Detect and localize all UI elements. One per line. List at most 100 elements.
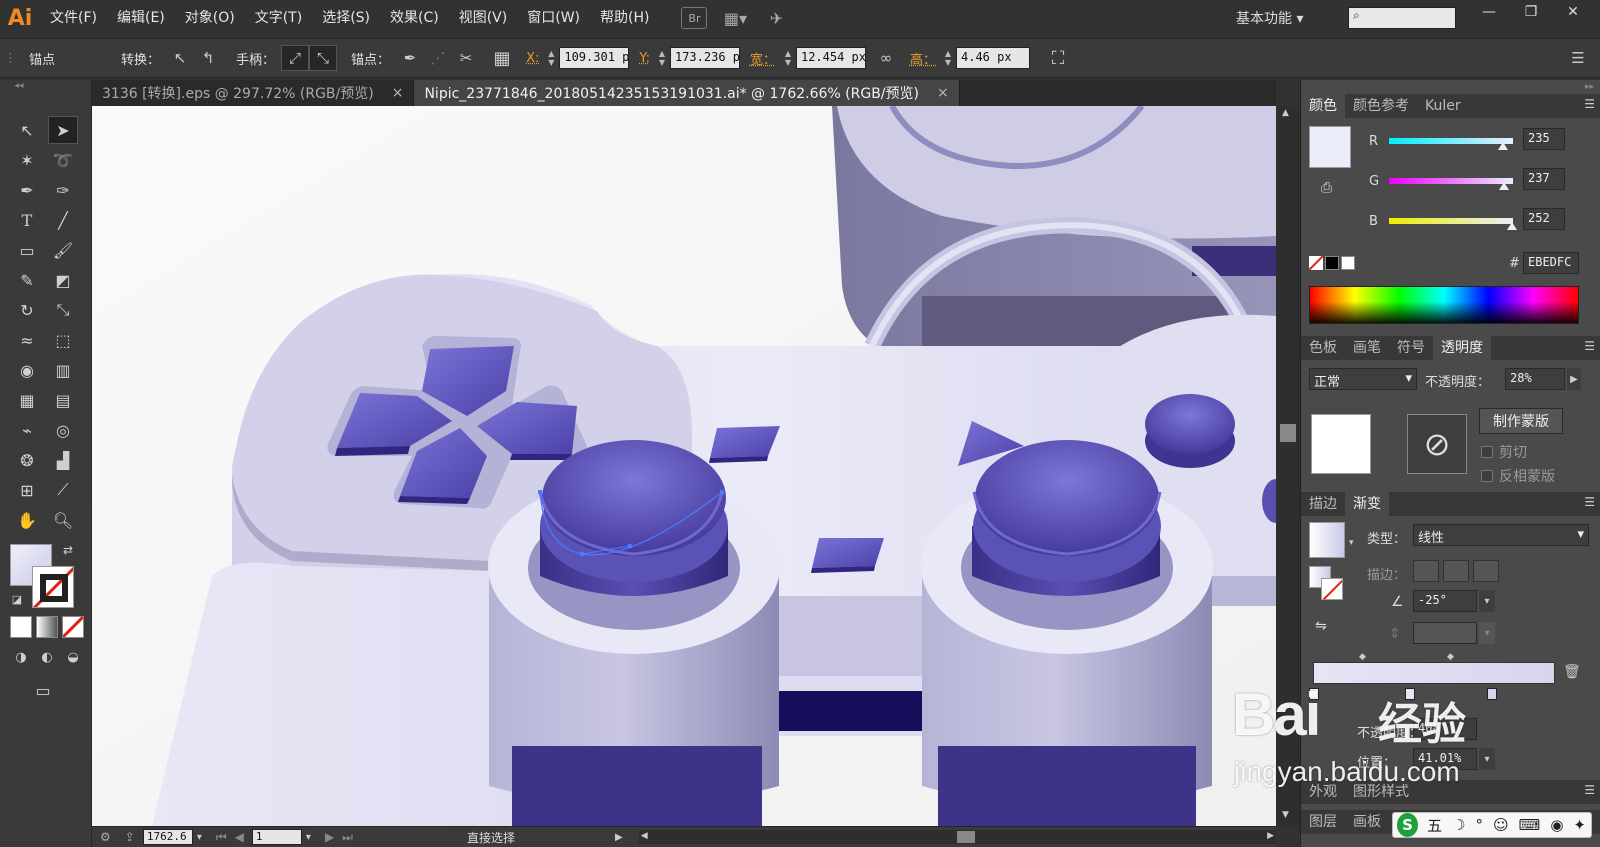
- last-artboard-icon[interactable]: ⏭: [342, 830, 353, 845]
- close-button[interactable]: ✕: [1554, 0, 1592, 24]
- panel-collapse-icon[interactable]: ◂◂: [4, 80, 34, 92]
- convert-smooth-icon[interactable]: ↰: [194, 45, 222, 71]
- midpoint-diamond[interactable]: ◆: [1447, 652, 1454, 662]
- punctuation-icon[interactable]: °: [1476, 816, 1484, 834]
- rectangle-tool-icon[interactable]: ▭: [12, 236, 42, 264]
- ime-mode[interactable]: 五: [1427, 815, 1442, 836]
- eyedropper-tool-icon[interactable]: ⌁: [12, 416, 42, 444]
- location-field[interactable]: 41.01%: [1413, 748, 1477, 770]
- tools-icon[interactable]: ✦: [1573, 816, 1586, 834]
- b-slider-thumb[interactable]: [1506, 222, 1517, 230]
- document-tab[interactable]: 3136 [转换].eps @ 297.72% (RGB/预览) ×: [92, 80, 415, 106]
- connect-anchor-icon[interactable]: ⋰: [424, 45, 452, 71]
- horizontal-scrollbar[interactable]: ◀ ▶: [638, 830, 1276, 844]
- eraser-tool-icon[interactable]: ◩: [48, 266, 78, 294]
- free-transform-tool-icon[interactable]: ⬚: [48, 326, 78, 354]
- stroke-across-icon[interactable]: [1473, 560, 1499, 582]
- hex-field[interactable]: EBEDFC: [1523, 252, 1579, 274]
- clip-checkbox[interactable]: 剪切: [1481, 442, 1527, 462]
- first-artboard-icon[interactable]: ⏮: [216, 830, 227, 845]
- scroll-up-icon[interactable]: ▲: [1282, 108, 1289, 118]
- opacity-field[interactable]: 28%: [1505, 368, 1565, 390]
- black-color-swatch[interactable]: [1325, 256, 1339, 270]
- tab-stroke[interactable]: 描边: [1301, 492, 1345, 516]
- rotate-tool-icon[interactable]: ↻: [12, 296, 42, 324]
- tab-swatches[interactable]: 色板: [1301, 336, 1345, 360]
- swap-fill-stroke-icon[interactable]: ⇄: [58, 540, 78, 560]
- shape-builder-tool-icon[interactable]: ◉: [12, 356, 42, 384]
- blend-mode-select[interactable]: 正常 ▾: [1309, 368, 1417, 390]
- gradient-preview-swatch[interactable]: [1309, 522, 1345, 558]
- line-tool-icon[interactable]: ╱: [48, 206, 78, 234]
- hand-tool-icon[interactable]: ✋: [12, 506, 42, 534]
- menu-type[interactable]: 文字(T): [245, 0, 312, 36]
- stroke-within-icon[interactable]: [1413, 560, 1439, 582]
- gradient-swatch-dropdown-icon[interactable]: ▾: [1349, 538, 1354, 548]
- column-graph-tool-icon[interactable]: ▟: [48, 446, 78, 474]
- zoom-dropdown-icon[interactable]: ▾: [197, 832, 202, 843]
- close-icon[interactable]: ×: [937, 85, 949, 101]
- constrain-link-icon[interactable]: ∞: [872, 45, 900, 71]
- make-mask-button[interactable]: 制作蒙版: [1479, 408, 1563, 434]
- minimize-button[interactable]: —: [1470, 0, 1508, 24]
- bridge-button[interactable]: Br: [681, 7, 708, 29]
- b-slider[interactable]: [1389, 218, 1517, 230]
- angle-field[interactable]: -25°: [1413, 590, 1477, 612]
- emoji-icon[interactable]: ☺: [1493, 816, 1509, 834]
- slice-tool-icon[interactable]: ⟋: [48, 476, 78, 504]
- tab-kuler[interactable]: Kuler: [1417, 94, 1469, 118]
- gradient-mode-icon[interactable]: [36, 616, 58, 638]
- perspective-grid-tool-icon[interactable]: ▥: [48, 356, 78, 384]
- color-fill-preview[interactable]: [1309, 126, 1351, 168]
- gpu-performance-icon[interactable]: ✈: [763, 7, 789, 29]
- grip-icon[interactable]: ⋮: [4, 51, 17, 66]
- gradient-stop[interactable]: [1405, 688, 1415, 700]
- mesh-tool-icon[interactable]: ▦: [12, 386, 42, 414]
- skin-icon[interactable]: ◉: [1550, 816, 1563, 834]
- panel-menu-icon[interactable]: ☰: [1584, 495, 1595, 509]
- gradient-tool-icon[interactable]: ▤: [48, 386, 78, 414]
- out-of-web-icon[interactable]: ⎙: [1321, 180, 1332, 196]
- keyboard-icon[interactable]: ⌨: [1519, 816, 1541, 834]
- status-menu-icon[interactable]: ▶: [615, 832, 623, 843]
- artboard-tool-icon[interactable]: ⊞: [12, 476, 42, 504]
- workspace-switcher[interactable]: 基本功能 ▾: [1236, 8, 1303, 28]
- document-tab-active[interactable]: Nipic_23771846_20180514235153191031.ai* …: [414, 80, 960, 106]
- restore-button[interactable]: ❐: [1512, 0, 1550, 24]
- tab-brushes[interactable]: 画笔: [1345, 336, 1389, 360]
- scroll-thumb[interactable]: [956, 831, 975, 843]
- tab-artboards[interactable]: 画板: [1345, 810, 1389, 834]
- show-handles-icon[interactable]: ⤢: [281, 45, 310, 71]
- color-mode-icon[interactable]: [10, 616, 32, 638]
- none-mode-icon[interactable]: [62, 616, 84, 638]
- stroke-swatch[interactable]: [32, 566, 74, 608]
- menu-window[interactable]: 窗口(W): [517, 0, 590, 36]
- delete-stop-icon[interactable]: 🗑︎: [1563, 664, 1581, 680]
- search-input[interactable]: ⌕: [1348, 7, 1456, 29]
- y-field[interactable]: 173.236 p: [669, 47, 740, 69]
- zoom-field[interactable]: 1762.6: [142, 829, 193, 845]
- selection-tool-icon[interactable]: ↖: [12, 116, 42, 144]
- menu-object[interactable]: 对象(O): [175, 0, 245, 36]
- moon-icon[interactable]: ☽: [1452, 816, 1465, 834]
- share-icon[interactable]: ⇪: [125, 830, 135, 844]
- scroll-down-icon[interactable]: ▼: [1282, 810, 1289, 820]
- cut-path-icon[interactable]: ✂: [452, 45, 480, 71]
- control-panel-menu-icon[interactable]: ☰: [1564, 45, 1592, 71]
- menu-view[interactable]: 视图(V): [449, 0, 518, 36]
- color-spectrum[interactable]: [1309, 286, 1579, 324]
- artboard-field[interactable]: 1: [251, 829, 302, 845]
- x-stepper[interactable]: ▲ ▼: [543, 47, 559, 69]
- width-stepper[interactable]: ▲ ▼: [780, 47, 796, 69]
- aspect-ratio-field[interactable]: [1413, 622, 1477, 644]
- menu-help[interactable]: 帮助(H): [590, 0, 659, 36]
- magic-wand-tool-icon[interactable]: ✶: [12, 146, 42, 174]
- tab-graphic-styles[interactable]: 图形样式: [1345, 780, 1417, 804]
- x-field[interactable]: 109.301 p: [559, 47, 630, 69]
- convert-corner-icon[interactable]: ↖: [166, 45, 194, 71]
- lasso-tool-icon[interactable]: ➰: [48, 146, 78, 174]
- reference-point-icon[interactable]: ▦: [488, 45, 516, 71]
- close-icon[interactable]: ×: [392, 85, 404, 101]
- current-tool-status[interactable]: 直接选择: [467, 829, 515, 846]
- tab-symbols[interactable]: 符号: [1389, 336, 1433, 360]
